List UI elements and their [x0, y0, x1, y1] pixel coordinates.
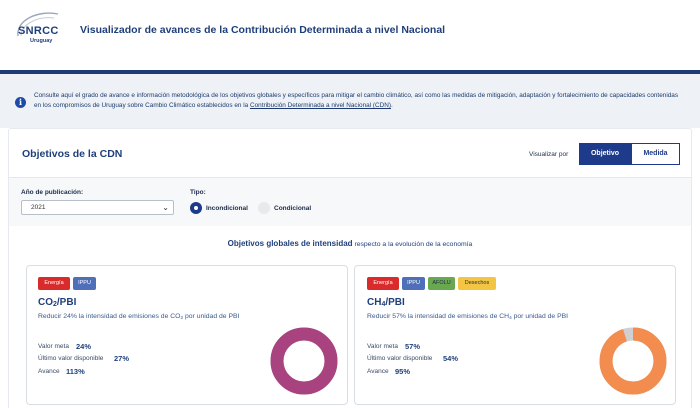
chevron-down-icon: ⌄: [162, 203, 169, 212]
cdn-link[interactable]: Contribución Determinada a nivel Naciona…: [250, 102, 391, 109]
metric-label: Valor meta: [367, 343, 398, 350]
radio-condicional[interactable]: [258, 202, 270, 214]
tag-desechos: Desechos: [458, 277, 496, 290]
year-select[interactable]: 2021 ⌄: [21, 200, 174, 215]
desc-pre: Reducir 57% la intensidad de emisiones d…: [367, 313, 510, 320]
tag-afolu: AFOLU: [428, 277, 455, 290]
card-title-co2: CO2/PBI: [38, 297, 76, 308]
title-suffix: /PBI: [56, 297, 77, 308]
tag-ippu: IPPU: [402, 277, 425, 290]
desc-pre: Reducir 24% la intensidad de emisiones d…: [38, 313, 181, 320]
desc-post: por unidad de PBI: [511, 313, 569, 320]
info-tail: .: [390, 102, 393, 109]
gas-symbol: CO: [38, 297, 53, 308]
tag-ippu: IPPU: [73, 277, 96, 290]
metric-value: 27%: [114, 354, 130, 363]
tag-label: IPPU: [407, 280, 420, 286]
app-header: SNRCC Uruguay Visualizador de avances de…: [0, 0, 700, 70]
metric-value: 57%: [405, 342, 421, 351]
tag-label: AFOLU: [432, 280, 451, 286]
tag-label: Desechos: [464, 280, 490, 286]
panel-title: Objetivos de la CDN: [22, 148, 123, 160]
title-suffix: /PBI: [385, 297, 405, 308]
logo-subtext: Uruguay: [30, 38, 53, 44]
radio-condicional-label[interactable]: Condicional: [274, 205, 311, 212]
logo-text: SNRCC: [18, 25, 59, 37]
tag-label: Energía: [373, 280, 393, 286]
tag-energia: Energía: [38, 277, 70, 290]
metric-label: Último valor disponible: [38, 355, 104, 362]
section-heading-rest: respecto a la evolución de la economía: [352, 241, 473, 248]
metric-value: 95%: [395, 367, 411, 376]
progress-donut: [270, 327, 338, 395]
desc-post: por unidad de PBI: [183, 313, 240, 320]
metric-value: 24%: [76, 342, 92, 351]
metric-label: Valor meta: [38, 343, 69, 350]
radio-incondicional[interactable]: [190, 202, 202, 214]
donut-progress: [599, 327, 667, 395]
tag-label: IPPU: [78, 280, 91, 286]
toggle-objetivo-button[interactable]: Objetivo: [579, 143, 631, 165]
radio-incondicional-label[interactable]: Incondicional: [206, 205, 248, 212]
app-title: Visualizador de avances de la Contribuci…: [80, 24, 446, 36]
metric-value: 113%: [66, 367, 85, 376]
metric-value: 54%: [443, 354, 459, 363]
tag-energia: Energía: [367, 277, 399, 290]
info-icon: i: [15, 97, 26, 108]
section-heading: Objetivos globales de intensidad respect…: [0, 239, 700, 248]
section-heading-bold: Objetivos globales de intensidad: [227, 239, 353, 248]
metric-label: Avance: [38, 368, 60, 375]
info-text: Consulte aquí el grado de avance e infor…: [34, 91, 684, 111]
year-select-value: 2021: [31, 204, 46, 211]
card-desc-ch4: Reducir 57% la intensidad de emisiones d…: [367, 313, 568, 321]
progress-donut: [599, 327, 667, 395]
tag-label: Energía: [44, 280, 64, 286]
card-desc-co2: Reducir 24% la intensidad de emisiones d…: [38, 313, 239, 321]
card-title-ch4: CH4/PBI: [367, 297, 405, 308]
donut-progress: [270, 327, 338, 395]
metric-label: Avance: [367, 368, 389, 375]
toggle-medida-button[interactable]: Medida: [631, 143, 680, 165]
year-label: Año de publicación:: [21, 189, 84, 196]
tipo-label: Tipo:: [190, 189, 206, 196]
metric-label: Último valor disponible: [367, 355, 433, 362]
gas-symbol: CH: [367, 297, 382, 308]
visualize-by-label: Visualizar por: [529, 151, 569, 158]
